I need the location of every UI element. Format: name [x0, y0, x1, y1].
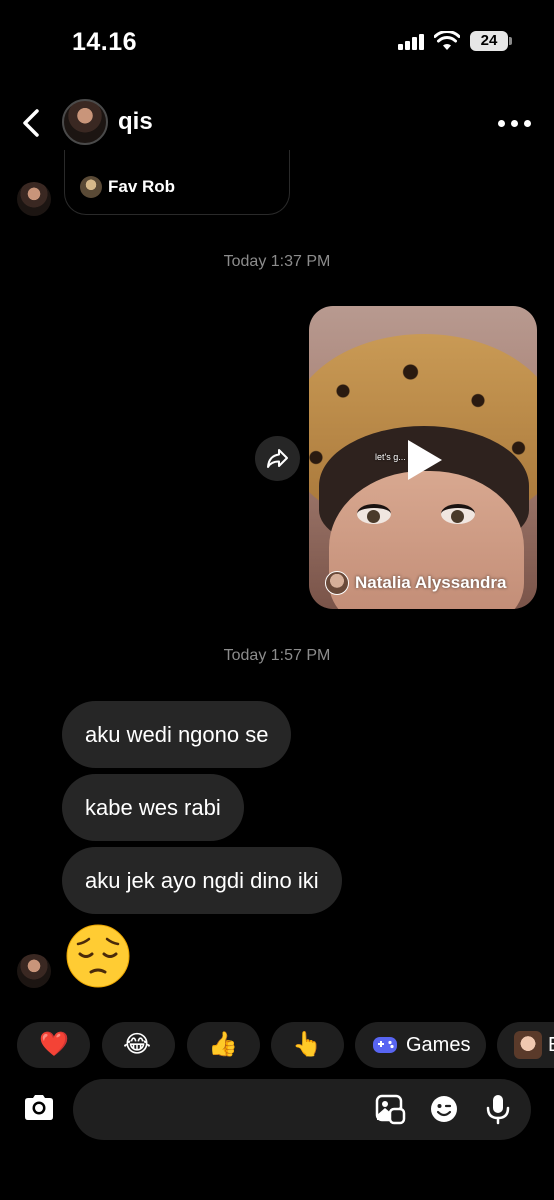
message-bubble[interactable]: aku jek ayo ngdi dino iki: [62, 847, 342, 914]
sender-avatar[interactable]: [17, 954, 51, 988]
contact-name[interactable]: qis: [118, 108, 153, 136]
games-button[interactable]: Games: [355, 1022, 486, 1068]
shared-post-avatar: [80, 176, 102, 198]
more-options-icon[interactable]: [498, 120, 532, 128]
quick-reaction-point-up[interactable]: 👆: [271, 1022, 344, 1068]
quick-reaction-heart[interactable]: ❤️: [17, 1022, 90, 1068]
reel-author-name: Natalia Alyssandra: [355, 573, 507, 592]
message-bubble[interactable]: aku wedi ngono se: [62, 701, 292, 768]
quick-reactions-bar: ❤️ 😂 👍 👆 Games E: [0, 1022, 554, 1068]
status-bar: 14.16 24: [0, 0, 554, 80]
sticker-icon[interactable]: [428, 1093, 460, 1125]
chat-header: qis: [0, 96, 554, 152]
share-arrow-icon: [267, 449, 288, 468]
gamepad-icon: [373, 1037, 397, 1053]
cellular-signal-icon: [398, 34, 424, 50]
back-arrow-icon[interactable]: [18, 106, 46, 140]
camera-icon[interactable]: [19, 1088, 59, 1128]
battery-cap: [509, 37, 512, 45]
point-up-emoji: 👆: [292, 1031, 322, 1058]
timestamp: Today 1:37 PM: [223, 253, 331, 270]
battery-indicator: 24: [470, 31, 508, 51]
play-icon[interactable]: [408, 440, 442, 480]
shared-post-card[interactable]: Fav Rob: [64, 150, 290, 215]
tears-of-joy-emoji: 😂: [123, 1031, 152, 1058]
message-input[interactable]: [73, 1079, 531, 1140]
forward-button[interactable]: [255, 436, 300, 481]
heart-emoji: ❤️: [39, 1031, 69, 1058]
reel-thumbnail-eye: [357, 504, 391, 524]
reel-thumbnail-eye: [441, 504, 475, 524]
wifi-icon: [434, 31, 460, 50]
thumbs-up-emoji: 👍: [208, 1031, 238, 1058]
avatar-icon: [514, 1031, 542, 1059]
quick-reaction-thumbs-up[interactable]: 👍: [187, 1022, 260, 1068]
avatar-chip-label: E: [548, 1034, 554, 1057]
shared-reel[interactable]: let's g... babe. Natalia Alyssandra: [309, 306, 537, 609]
reel-author-avatar: [325, 571, 349, 595]
timestamp: Today 1:57 PM: [223, 647, 331, 664]
quick-reaction-laugh[interactable]: 😂: [102, 1022, 175, 1068]
status-time: 14.16: [72, 28, 138, 56]
microphone-icon[interactable]: [482, 1093, 514, 1125]
gallery-icon[interactable]: [374, 1093, 406, 1125]
games-label: Games: [406, 1034, 471, 1056]
pensive-face-emoji-message[interactable]: [64, 922, 132, 990]
contact-avatar[interactable]: [62, 99, 108, 145]
shared-post-label: Fav Rob: [108, 177, 176, 196]
message-bubble[interactable]: kabe wes rabi: [62, 774, 244, 841]
sender-avatar[interactable]: [17, 182, 51, 216]
avatar-chip[interactable]: E: [497, 1022, 554, 1068]
